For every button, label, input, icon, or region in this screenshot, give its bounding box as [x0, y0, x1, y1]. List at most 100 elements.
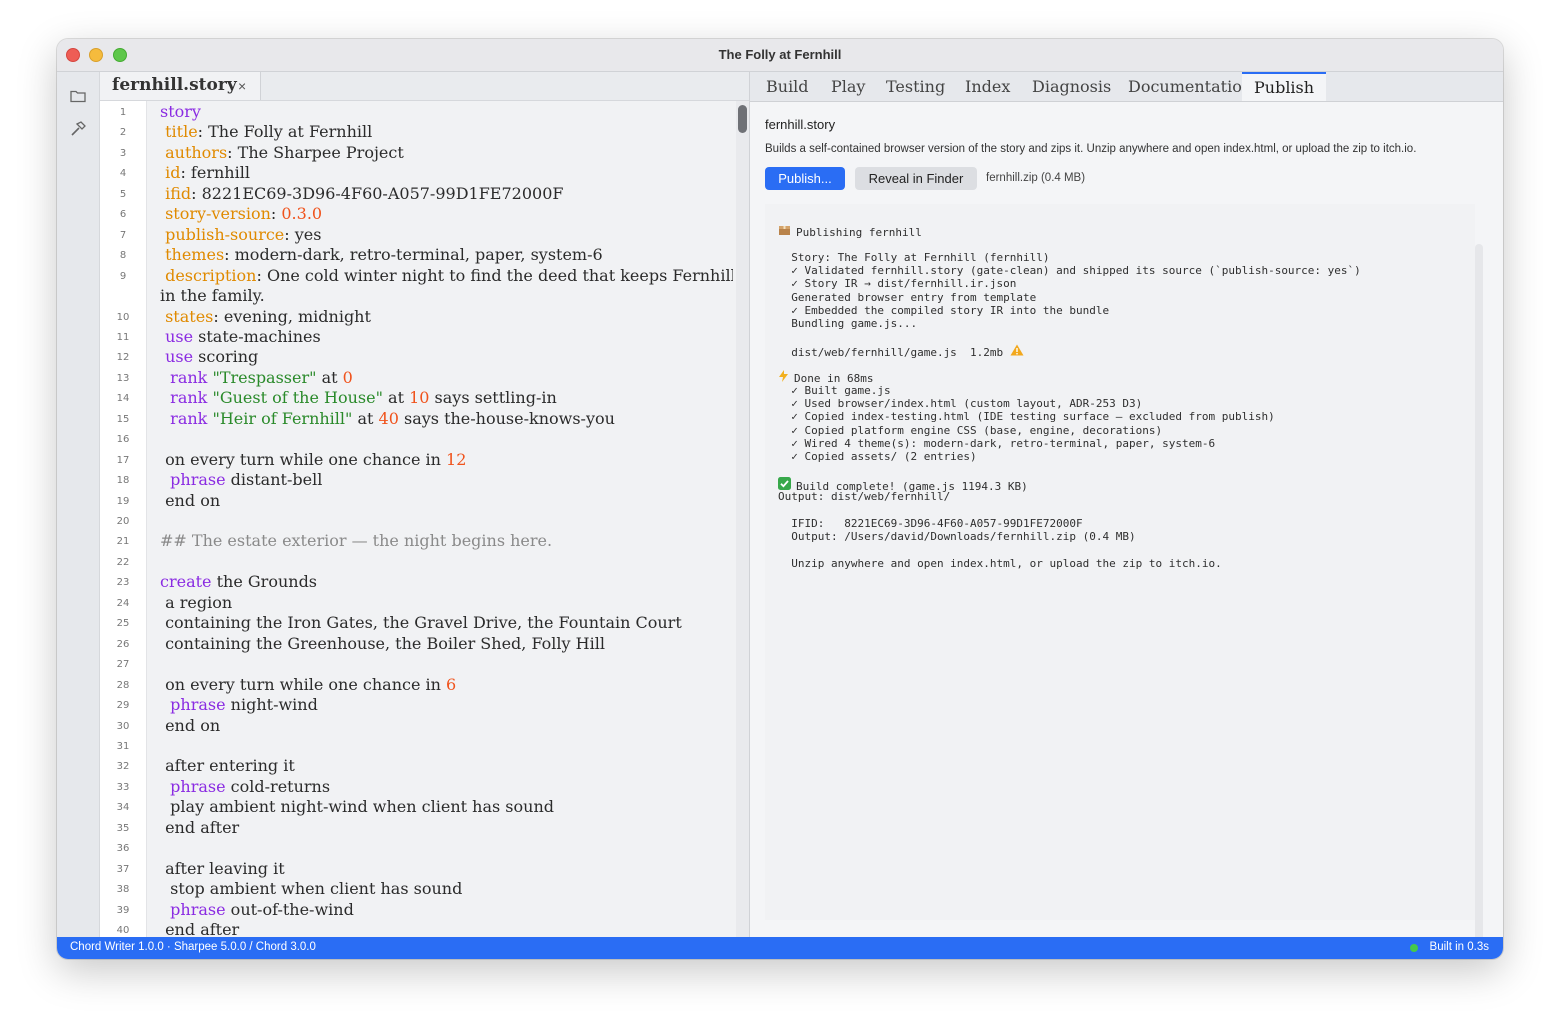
log-line: ✓ Story IR → dist/fernhill.ir.json	[778, 277, 1017, 291]
code-line: on every turn while one chance in 6	[160, 674, 457, 694]
line-number: 17	[116, 454, 130, 466]
tab-publish[interactable]: Publish	[1242, 72, 1327, 101]
line-number: 2	[119, 127, 127, 139]
code-line: ## The estate exterior — the night begin…	[160, 531, 553, 551]
log-line: Story: The Folly at Fernhill (fernhill)	[778, 250, 1050, 264]
warning-icon	[1010, 344, 1024, 359]
code-line: publish-source: yes	[165, 224, 322, 244]
line-number: 10	[116, 311, 130, 323]
code-line: a region	[160, 592, 233, 612]
log-line: Bundling game.js...	[778, 317, 918, 331]
code-line: story	[160, 102, 201, 121]
file-tab-label: fernhill.story	[112, 75, 237, 95]
code-line: themes: modern-dark, retro-terminal, pap…	[165, 245, 603, 265]
publish-log: Publishing fernhill Story: The Folly at …	[765, 204, 1475, 920]
app-window: The Folly at Fernhill fernhill.story × 1…	[57, 39, 1503, 959]
publish-panel: Build Play Testing Index Diagnosis Documentat…	[749, 72, 1503, 957]
code-line: rank "Trespasser" at 0	[170, 367, 353, 387]
line-number: 3	[119, 147, 127, 159]
line-number: 8	[119, 250, 127, 262]
line-number: 24	[116, 597, 130, 609]
code-line: authors: The Sharpee Project	[165, 142, 404, 162]
line-number: 33	[116, 781, 130, 793]
log-line: ✓ Built game.js	[778, 383, 891, 397]
code-line: use state-machines	[165, 326, 321, 346]
hammer-icon[interactable]	[68, 119, 88, 139]
tab-testing[interactable]: Testing	[886, 72, 945, 101]
publish-description: Builds a self-contained browser version …	[765, 143, 1417, 155]
status-bar: Chord Writer 1.0.0 · Sharpee 5.0.0 / Cho…	[57, 937, 1503, 959]
code-line: rank "Guest of the House" at 10 says set…	[170, 388, 557, 408]
code-line: on every turn while one chance in 12	[160, 449, 467, 469]
code-line: phrase out-of-the-wind	[170, 899, 354, 919]
code-line: after leaving it	[160, 858, 285, 878]
code-line: create the Grounds	[160, 572, 318, 592]
package-icon	[778, 226, 791, 239]
line-number: 25	[116, 618, 130, 630]
line-number: 39	[116, 904, 130, 916]
line-number: 40	[116, 925, 130, 936]
tab-index[interactable]: Index	[965, 72, 1010, 101]
folder-icon[interactable]	[68, 86, 88, 106]
close-tab-icon[interactable]: ×	[238, 78, 246, 94]
code-line: stop ambient when client has sound	[160, 879, 463, 899]
publish-file-name: fernhill.story	[765, 117, 836, 132]
log-line: ✓ Validated fernhill.story (gate-clean) …	[778, 263, 1361, 277]
log-line: ✓ Embedded the compiled story IR into th…	[778, 303, 1110, 317]
code-area[interactable]: story title: The Folly at Fernhill autho…	[147, 101, 733, 937]
log-line: ✓ Wired 4 theme(s): modern-dark, retro-t…	[778, 436, 1216, 450]
code-line: ifid: 8221EC69-3D96-4F60-A057-99D1FE7200…	[165, 183, 564, 203]
tab-play[interactable]: Play	[831, 72, 865, 101]
editor-scrollbar[interactable]	[736, 101, 749, 937]
log-line: Publishing fernhill	[778, 224, 922, 239]
title-bar: The Folly at Fernhill	[57, 39, 1503, 72]
code-line: containing the Greenhouse, the Boiler Sh…	[160, 633, 605, 653]
code-line: phrase night-wind	[170, 695, 318, 715]
code-line: rank "Heir of Fernhill" at 40 says the-h…	[170, 408, 615, 428]
activity-rail	[57, 72, 100, 937]
code-line: states: evening, midnight	[165, 306, 371, 326]
line-number: 1	[119, 107, 127, 118]
line-number: 22	[116, 556, 130, 568]
line-number: 30	[116, 720, 130, 732]
code-line: in the family.	[160, 286, 265, 306]
line-number: 19	[116, 495, 130, 507]
tab-documentation[interactable]: Documentation	[1128, 72, 1252, 101]
code-editor: fernhill.story × 1 2 3 4 5 6 7 8 9 10 11 12 13 14 15 16…	[100, 72, 749, 937]
code-line: story-version: 0.3.0	[165, 204, 323, 224]
log-line: dist/web/fernhill/game.js 1.2mb	[778, 344, 1024, 359]
publish-button[interactable]: Publish...	[765, 167, 845, 190]
log-line: ✓ Copied index-testing.html (IDE testing…	[778, 410, 1275, 424]
line-number: 18	[116, 475, 130, 487]
file-tab[interactable]: fernhill.story ×	[100, 72, 261, 100]
build-status-icon	[1410, 944, 1418, 952]
reveal-in-finder-button[interactable]: Reveal in Finder	[855, 167, 977, 190]
code-line: phrase distant-bell	[170, 470, 323, 490]
line-number: 6	[119, 209, 127, 221]
line-number: 31	[116, 740, 130, 752]
log-line: Generated browser entry from template	[778, 290, 1037, 304]
code-line: title: The Folly at Fernhill	[165, 122, 373, 142]
code-line: containing the Iron Gates, the Gravel Dr…	[160, 613, 682, 633]
tab-diagnosis[interactable]: Diagnosis	[1032, 72, 1111, 101]
code-line: phrase cold-returns	[170, 776, 331, 796]
status-version-info: Chord Writer 1.0.0 · Sharpee 5.0.0 / Cho…	[70, 941, 316, 953]
line-number: 15	[116, 413, 130, 425]
editor-tab-strip: fernhill.story ×	[100, 72, 749, 101]
log-line: ✓ Copied platform engine CSS (base, engi…	[778, 423, 1163, 437]
tab-build[interactable]: Build	[766, 72, 809, 101]
line-number: 37	[116, 863, 130, 875]
code-line: use scoring	[165, 347, 259, 367]
line-number: 32	[116, 761, 130, 773]
line-number: 12	[116, 352, 130, 364]
line-number: 5	[119, 188, 127, 200]
code-line: after entering it	[160, 756, 295, 776]
code-line: play ambient night-wind when client has …	[160, 797, 554, 817]
window-title: The Folly at Fernhill	[718, 47, 842, 62]
editor-scrollbar-thumb[interactable]	[738, 105, 747, 133]
line-number: 16	[116, 434, 130, 446]
log-scrollbar[interactable]	[1475, 244, 1483, 957]
line-number: 34	[116, 802, 130, 814]
line-number: 7	[119, 229, 127, 241]
code-line: end on	[160, 715, 221, 735]
